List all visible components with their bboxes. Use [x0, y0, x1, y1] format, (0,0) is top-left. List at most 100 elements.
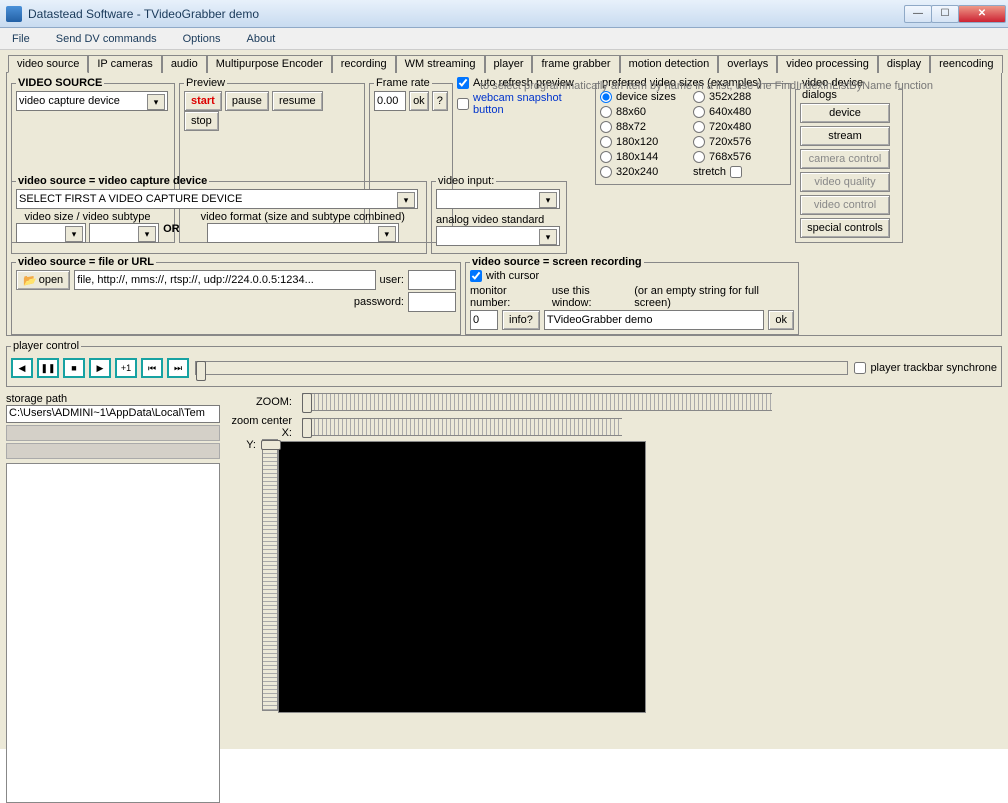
radio-720x480[interactable]: 720x480 — [693, 121, 751, 133]
tab-video-processing[interactable]: video processing — [777, 55, 878, 73]
sizes-group: preferred video sizes (examples) device … — [595, 77, 791, 185]
tab-encoder[interactable]: Multipurpose Encoder — [207, 55, 332, 73]
tab-audio[interactable]: audio — [162, 55, 207, 73]
tab-recording[interactable]: recording — [332, 55, 396, 73]
info-button[interactable]: info? — [502, 310, 540, 330]
user-label: user: — [380, 274, 404, 286]
camera-control-button[interactable]: camera control — [800, 149, 890, 169]
tab-reencoding[interactable]: reencoding — [930, 55, 1002, 73]
password-input[interactable] — [408, 292, 456, 312]
video-input-group: video input: analog video standard — [431, 175, 567, 254]
video-input-select[interactable] — [436, 189, 560, 209]
menu-options[interactable]: Options — [179, 31, 225, 47]
file-url-input[interactable]: file, http://, mms://, rtsp://, udp://22… — [74, 270, 375, 290]
start-button[interactable]: start — [184, 91, 222, 111]
snapshot-checkbox[interactable]: webcam snapshot button — [457, 92, 591, 116]
radio-device-sizes[interactable]: device sizes — [600, 91, 676, 103]
pause-button[interactable]: pause — [225, 91, 269, 111]
zoom-center-x-slider[interactable] — [302, 418, 622, 436]
tab-ip-cameras[interactable]: IP cameras — [88, 55, 161, 73]
zoom-center-x-label: zoom center X: — [226, 415, 296, 439]
menu-bar: File Send DV commands Options About — [0, 28, 1008, 50]
tab-row: video source IP cameras audio Multipurpo… — [8, 54, 1006, 72]
player-control-group: player control ◀ ❚❚ ■ ▶ +1 ⏮ ⏭ player tr… — [6, 340, 1002, 387]
video-size-select[interactable] — [16, 223, 86, 243]
menu-senddv[interactable]: Send DV commands — [52, 31, 161, 47]
maximize-button[interactable]: ☐ — [931, 5, 959, 23]
radio-352x288[interactable]: 352x288 — [693, 91, 751, 103]
video-input-legend: video input: — [436, 175, 496, 187]
stretch-checkbox[interactable]: stretch — [693, 166, 742, 178]
video-subtype-select[interactable] — [89, 223, 159, 243]
tab-overlays[interactable]: overlays — [718, 55, 777, 73]
screen-record-group: video source = screen recording with cur… — [465, 256, 799, 335]
log-area[interactable] — [6, 463, 220, 803]
player-trackbar[interactable] — [195, 361, 848, 375]
gray-bar-2 — [6, 443, 220, 459]
radio-180x144[interactable]: 180x144 — [600, 151, 658, 163]
player-rewind-button[interactable]: ⏮ — [141, 358, 163, 378]
player-step-button[interactable]: +1 — [115, 358, 137, 378]
framerate-help[interactable]: ? — [432, 91, 448, 111]
preview-legend: Preview — [184, 77, 227, 89]
zoom-label: ZOOM: — [226, 396, 296, 408]
resume-button[interactable]: resume — [272, 91, 323, 111]
video-quality-button[interactable]: video quality — [800, 172, 890, 192]
close-button[interactable]: ✕ — [958, 5, 1006, 23]
tab-display[interactable]: display — [878, 55, 930, 73]
tab-frame-grabber[interactable]: frame grabber — [532, 55, 619, 73]
user-input[interactable] — [408, 270, 456, 290]
radio-320x240[interactable]: 320x240 — [600, 166, 658, 178]
window-ok-button[interactable]: ok — [768, 310, 794, 330]
radio-88x60[interactable]: 88x60 — [600, 106, 646, 118]
radio-88x72[interactable]: 88x72 — [600, 121, 646, 133]
trackbar-sync-checkbox[interactable]: player trackbar synchrone — [854, 362, 997, 374]
file-group: video source = file or URL 📂open file, h… — [11, 256, 461, 335]
video-format-select[interactable] — [207, 223, 399, 243]
radio-720x576[interactable]: 720x576 — [693, 136, 751, 148]
zoom-center-y-label: Y: — [226, 439, 256, 713]
tab-player[interactable]: player — [485, 55, 533, 73]
player-stop-button[interactable]: ■ — [63, 358, 85, 378]
monitor-number-input[interactable]: 0 — [470, 310, 498, 330]
folder-icon: 📂 — [23, 274, 37, 287]
app-icon — [6, 6, 22, 22]
video-source-select[interactable]: video capture device — [16, 91, 168, 111]
radio-180x120[interactable]: 180x120 — [600, 136, 658, 148]
client-area: video source IP cameras audio Multipurpo… — [0, 50, 1008, 749]
video-preview — [278, 441, 646, 713]
window-title: Datastead Software - TVideoGrabber demo — [28, 7, 905, 21]
zoom-slider[interactable] — [302, 393, 772, 411]
player-pause-button[interactable]: ❚❚ — [37, 358, 59, 378]
monitor-label: monitor number: — [470, 285, 548, 309]
open-button[interactable]: 📂open — [16, 270, 70, 290]
device-dialog-button[interactable]: device — [800, 103, 890, 123]
findindex-hint: to select programmatically an item by na… — [480, 80, 933, 92]
or-label: OR — [163, 223, 180, 235]
special-controls-button[interactable]: special controls — [800, 218, 890, 238]
player-play-button[interactable]: ▶ — [89, 358, 111, 378]
menu-about[interactable]: About — [243, 31, 280, 47]
framerate-ok[interactable]: ok — [409, 91, 429, 111]
player-legend: player control — [11, 340, 81, 352]
capture-device-select[interactable]: SELECT FIRST A VIDEO CAPTURE DEVICE — [16, 189, 418, 209]
stop-button[interactable]: stop — [184, 111, 219, 131]
menu-file[interactable]: File — [8, 31, 34, 47]
window-name-input[interactable]: TVideoGrabber demo — [544, 310, 765, 330]
player-prev-button[interactable]: ◀ — [11, 358, 33, 378]
zoom-center-y-slider[interactable] — [262, 439, 278, 711]
radio-640x480[interactable]: 640x480 — [693, 106, 751, 118]
cursor-checkbox[interactable]: with cursor — [470, 270, 539, 282]
tab-motion[interactable]: motion detection — [620, 55, 719, 73]
tab-wm-streaming[interactable]: WM streaming — [396, 55, 485, 73]
analog-std-select[interactable] — [436, 226, 560, 246]
framerate-input[interactable]: 0.00 — [374, 91, 406, 111]
video-control-button[interactable]: video control — [800, 195, 890, 215]
file-legend: video source = file or URL — [16, 256, 156, 268]
storage-path-input[interactable]: C:\Users\ADMINI~1\AppData\Local\Tem — [6, 405, 220, 423]
player-ffwd-button[interactable]: ⏭ — [167, 358, 189, 378]
radio-768x576[interactable]: 768x576 — [693, 151, 751, 163]
stream-dialog-button[interactable]: stream — [800, 126, 890, 146]
minimize-button[interactable]: — — [904, 5, 932, 23]
tab-video-source[interactable]: video source — [8, 55, 88, 73]
